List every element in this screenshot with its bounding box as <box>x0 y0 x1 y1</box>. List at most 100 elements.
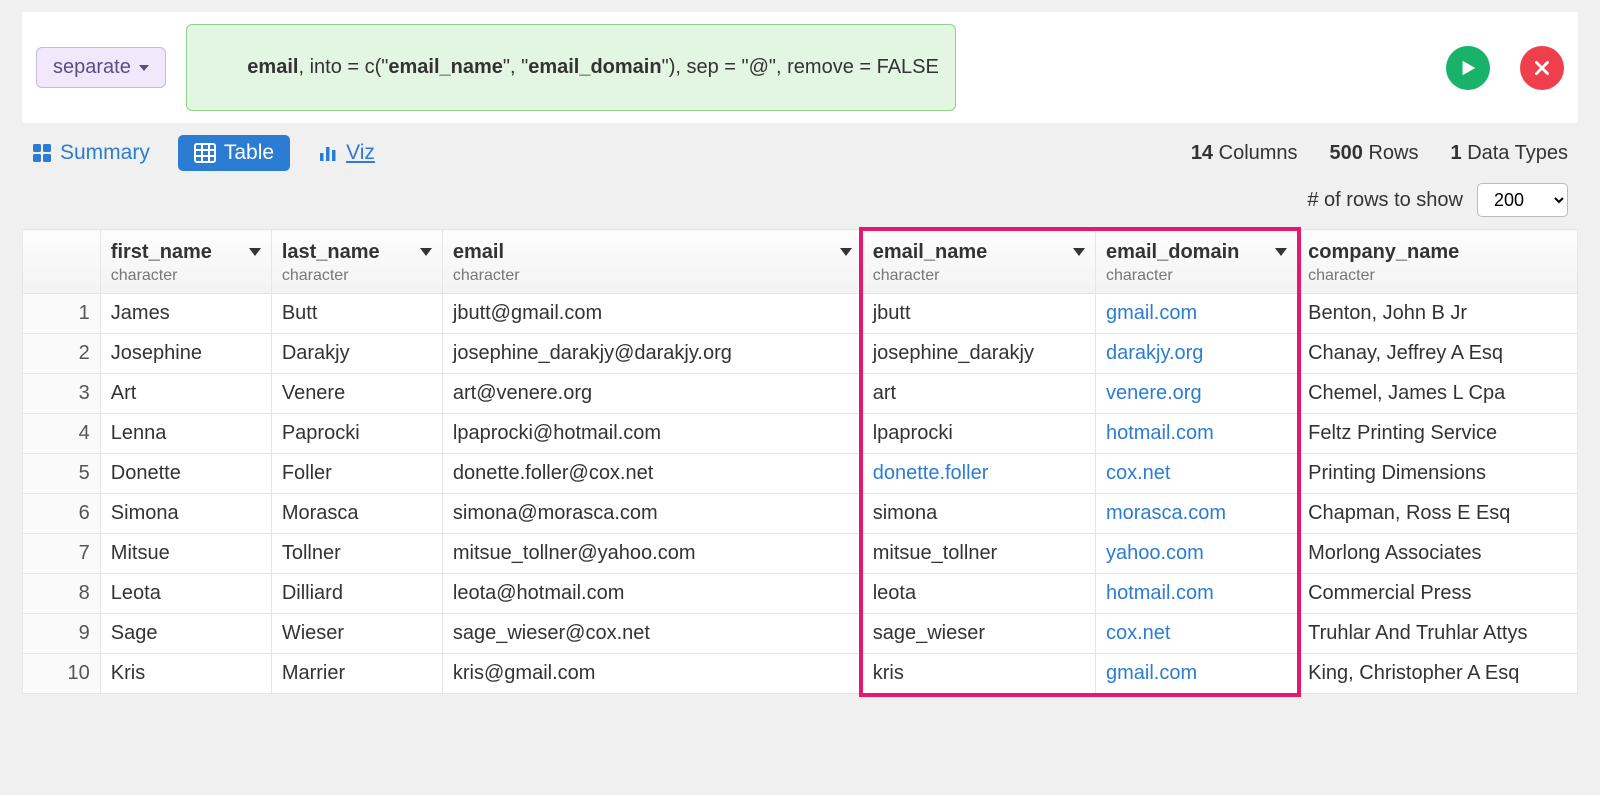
data-table: first_namecharacterlast_namecharacterema… <box>22 229 1578 694</box>
rows-to-show-label: # of rows to show <box>1307 189 1463 212</box>
col-header-company_name[interactable]: company_name character <box>1298 230 1578 294</box>
row-number: 2 <box>23 334 101 374</box>
cell-email_domain: gmail.com <box>1095 654 1297 694</box>
cell-company_name: Commercial Press <box>1298 574 1578 614</box>
cell-company_name: Benton, John B Jr <box>1298 294 1578 334</box>
bar-chart-icon <box>318 143 338 163</box>
chevron-down-icon[interactable] <box>249 248 261 256</box>
tab-summary-label: Summary <box>60 141 150 165</box>
chevron-down-icon[interactable] <box>840 248 852 256</box>
table-row: 5DonetteFollerdonette.foller@cox.netdone… <box>23 454 1578 494</box>
link-text[interactable]: cox.net <box>1106 622 1170 644</box>
row-number: 8 <box>23 574 101 614</box>
col-header-email[interactable]: emailcharacter <box>442 230 862 294</box>
table-icon <box>194 143 216 163</box>
link-text[interactable]: donette.foller <box>873 462 989 484</box>
cell-last_name: Tollner <box>271 534 442 574</box>
run-button[interactable] <box>1446 46 1490 90</box>
col-type: character <box>282 266 432 285</box>
rows-to-show-select[interactable]: 200 <box>1477 183 1568 217</box>
cell-email: simona@morasca.com <box>442 494 862 534</box>
row-number: 7 <box>23 534 101 574</box>
row-number: 5 <box>23 454 101 494</box>
cell-last_name: Venere <box>271 374 442 414</box>
col-header-email_name[interactable]: email_namecharacter <box>862 230 1095 294</box>
link-text[interactable]: venere.org <box>1106 382 1202 404</box>
col-name: email_domain <box>1106 240 1239 264</box>
cell-email_domain: morasca.com <box>1095 494 1297 534</box>
cell-first_name: Simona <box>100 494 271 534</box>
col-header-email_domain[interactable]: email_domaincharacter <box>1095 230 1297 294</box>
cell-last_name: Marrier <box>271 654 442 694</box>
function-label: separate <box>53 56 131 79</box>
cell-email_domain: hotmail.com <box>1095 574 1297 614</box>
cell-email_name: sage_wieser <box>862 614 1095 654</box>
col-name: company_name <box>1308 240 1459 264</box>
chevron-down-icon[interactable] <box>1073 248 1085 256</box>
caret-down-icon <box>139 65 149 71</box>
link-text[interactable]: hotmail.com <box>1106 422 1214 444</box>
view-tabs: Summary Table Viz 14 Columns 500 Rows 1 … <box>22 123 1578 171</box>
cell-email_domain: cox.net <box>1095 454 1297 494</box>
link-text[interactable]: darakjy.org <box>1106 342 1203 364</box>
cell-first_name: Mitsue <box>100 534 271 574</box>
tab-table[interactable]: Table <box>178 135 290 171</box>
function-selector[interactable]: separate <box>36 47 166 88</box>
link-text[interactable]: cox.net <box>1106 462 1170 484</box>
table-row: 4LennaPaprockilpaprocki@hotmail.comlpapr… <box>23 414 1578 454</box>
col-name: email <box>453 240 504 264</box>
table-row: 2JosephineDarakjyjosephine_darakjy@darak… <box>23 334 1578 374</box>
cell-email: jbutt@gmail.com <box>442 294 862 334</box>
cell-email_name: art <box>862 374 1095 414</box>
link-text[interactable]: gmail.com <box>1106 302 1197 324</box>
cell-email_name: jbutt <box>862 294 1095 334</box>
cell-last_name: Dilliard <box>271 574 442 614</box>
row-number: 9 <box>23 614 101 654</box>
table-row: 10KrisMarrierkris@gmail.comkrisgmail.com… <box>23 654 1578 694</box>
cell-first_name: James <box>100 294 271 334</box>
link-text[interactable]: yahoo.com <box>1106 542 1204 564</box>
cell-email_name: simona <box>862 494 1095 534</box>
cell-first_name: Lenna <box>100 414 271 454</box>
tab-summary[interactable]: Summary <box>32 141 150 165</box>
table-row: 8LeotaDilliardleota@hotmail.comleotahotm… <box>23 574 1578 614</box>
table-row: 6SimonaMorascasimona@morasca.comsimonamo… <box>23 494 1578 534</box>
cell-email_domain: gmail.com <box>1095 294 1297 334</box>
cell-email_domain: hotmail.com <box>1095 414 1297 454</box>
col-name: last_name <box>282 240 380 264</box>
link-text[interactable]: hotmail.com <box>1106 582 1214 604</box>
cancel-button[interactable] <box>1520 46 1564 90</box>
tab-viz[interactable]: Viz <box>318 141 375 165</box>
col-type: character <box>111 266 261 285</box>
cell-first_name: Art <box>100 374 271 414</box>
table-row: 3ArtVenereart@venere.orgartvenere.orgChe… <box>23 374 1578 414</box>
cell-email_domain: yahoo.com <box>1095 534 1297 574</box>
cell-last_name: Foller <box>271 454 442 494</box>
cell-first_name: Kris <box>100 654 271 694</box>
cell-email_domain: cox.net <box>1095 614 1297 654</box>
link-text[interactable]: gmail.com <box>1106 662 1197 684</box>
col-type: character <box>1308 266 1567 285</box>
rows-to-show: # of rows to show 200 <box>22 171 1578 229</box>
chevron-down-icon[interactable] <box>420 248 432 256</box>
col-type: character <box>873 266 1085 285</box>
cell-company_name: King, Christopher A Esq <box>1298 654 1578 694</box>
link-text[interactable]: morasca.com <box>1106 502 1226 524</box>
cell-email_name: josephine_darakjy <box>862 334 1095 374</box>
col-header-last_name[interactable]: last_name character <box>271 230 442 294</box>
row-number: 10 <box>23 654 101 694</box>
cell-last_name: Darakjy <box>271 334 442 374</box>
app-root: separate email, into = c("email_name", "… <box>0 0 1600 706</box>
code-expression[interactable]: email, into = c("email_name", "email_dom… <box>186 24 956 111</box>
cell-email: josephine_darakjy@darakjy.org <box>442 334 862 374</box>
command-bar: separate email, into = c("email_name", "… <box>22 12 1578 123</box>
grid-icon <box>32 143 52 163</box>
code-into1: email_name <box>388 56 503 78</box>
tab-viz-label: Viz <box>346 141 375 165</box>
cell-email: lpaprocki@hotmail.com <box>442 414 862 454</box>
cell-email_domain: venere.org <box>1095 374 1297 414</box>
col-header-first_name[interactable]: first_namecharacter <box>100 230 271 294</box>
cell-email_name: mitsue_tollner <box>862 534 1095 574</box>
cell-company_name: Truhlar And Truhlar Attys <box>1298 614 1578 654</box>
chevron-down-icon[interactable] <box>1275 248 1287 256</box>
